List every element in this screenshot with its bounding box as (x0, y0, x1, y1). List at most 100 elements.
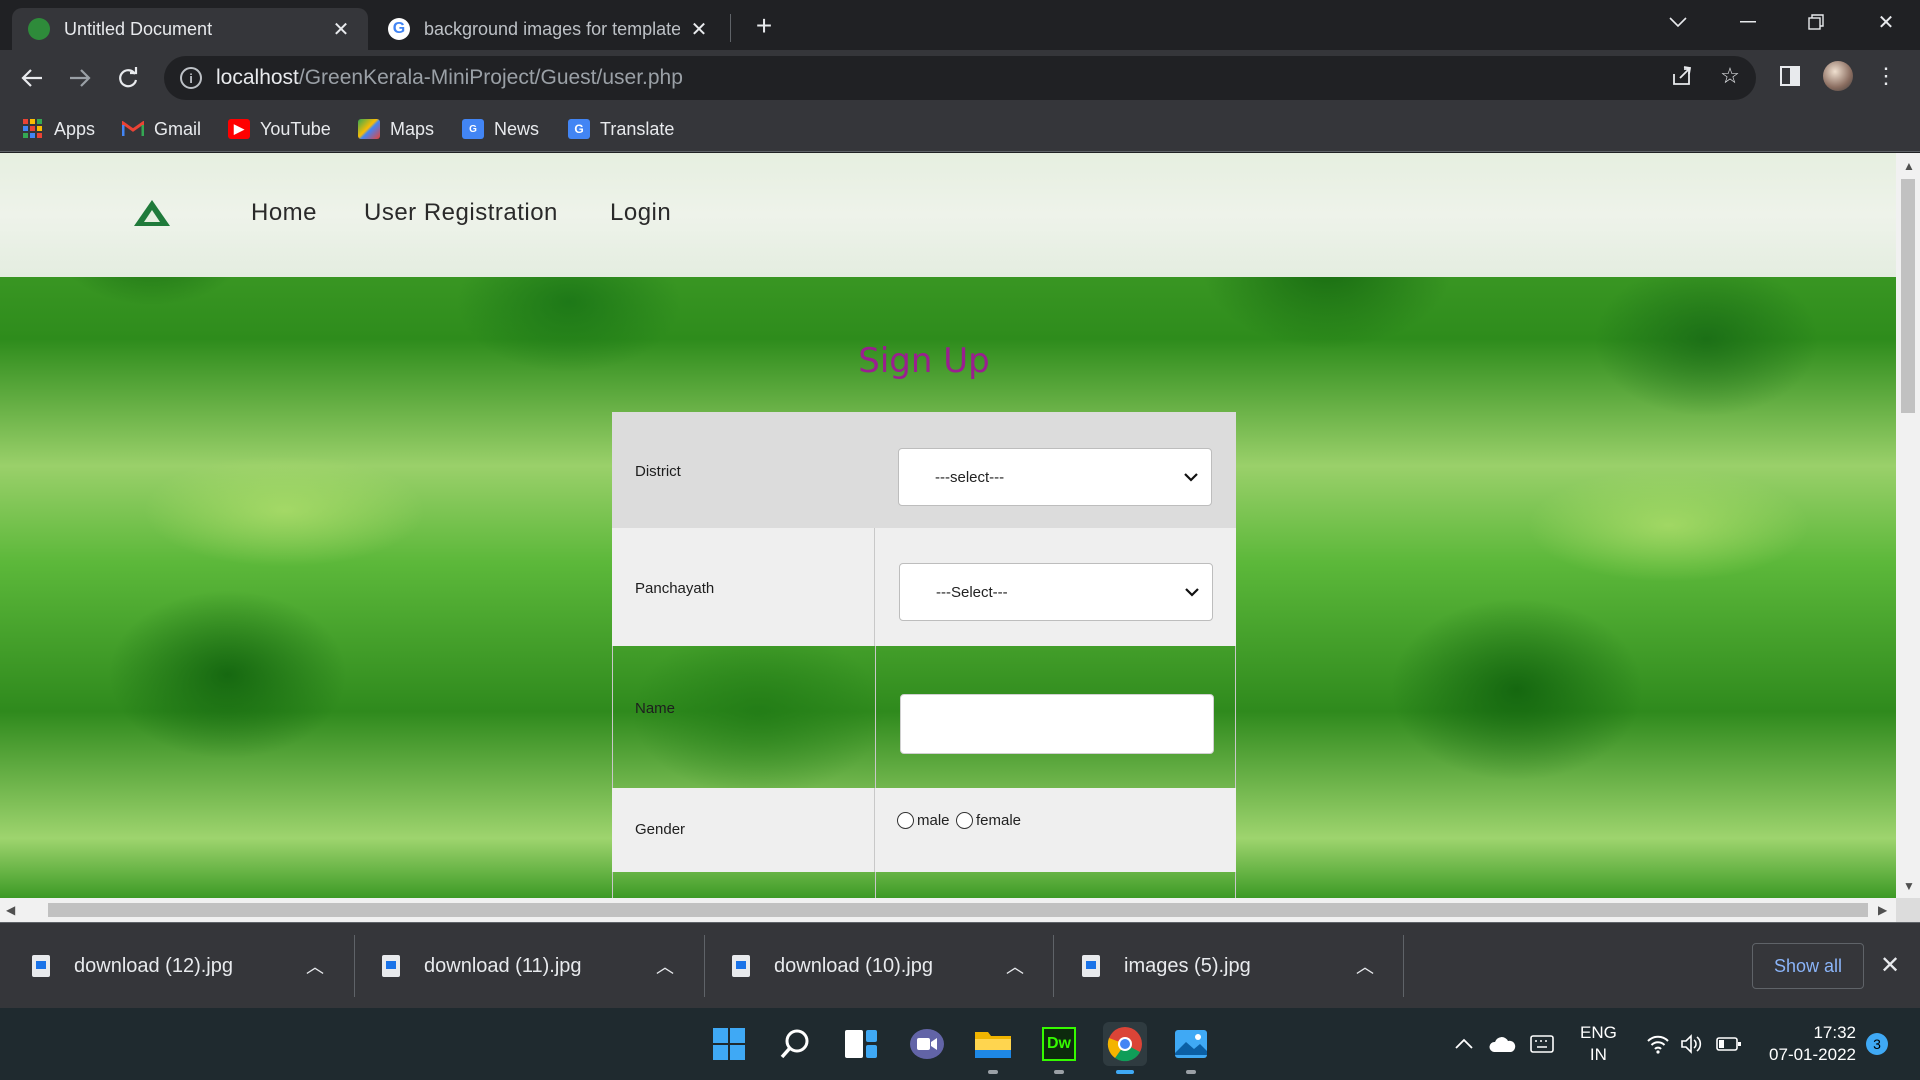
horizontal-scroll-thumb[interactable] (48, 903, 1868, 917)
nav-user-registration[interactable]: User Registration (364, 199, 558, 227)
new-tab-button[interactable]: + (748, 10, 780, 42)
address-bar[interactable]: i localhost/GreenKerala-MiniProject/Gues… (164, 56, 1756, 100)
clock[interactable]: 17:32 07-01-2022 (1764, 1008, 1856, 1080)
clock-date: 07-01-2022 (1769, 1045, 1856, 1064)
share-icon[interactable] (1666, 60, 1698, 92)
kebab-menu-icon[interactable]: ⋮ (1870, 60, 1902, 92)
keyboard-icon[interactable] (1530, 1008, 1554, 1080)
side-panel-icon[interactable] (1774, 60, 1806, 92)
bookmark-translate[interactable]: G Translate (568, 116, 674, 142)
chevron-up-icon[interactable]: ︿ (656, 953, 674, 979)
gmail-icon (122, 119, 144, 139)
battery-icon[interactable] (1716, 1008, 1742, 1080)
gender-female-radio[interactable] (955, 812, 973, 830)
image-file-icon (1082, 955, 1100, 977)
tab-strip: Untitled Document ✕ G background images … (0, 0, 1920, 50)
gender-male-radio[interactable] (897, 812, 914, 830)
chrome-icon[interactable] (1103, 1022, 1147, 1074)
download-item[interactable]: download (11).jpg ︿ (350, 923, 700, 1009)
restore-icon[interactable] (1786, 0, 1846, 44)
profile-avatar[interactable] (1822, 60, 1854, 92)
tab-untitled-document[interactable]: Untitled Document ✕ (12, 8, 368, 50)
close-window-icon[interactable]: ✕ (1856, 0, 1916, 44)
gender-label-cell: Gender (612, 788, 874, 872)
scroll-right-icon[interactable]: ▶ (1878, 903, 1887, 917)
bookmark-label: Maps (390, 118, 435, 139)
forward-arrow-icon[interactable] (62, 60, 98, 96)
panchayath-input-cell: ---Select--- (874, 528, 1236, 646)
district-select[interactable]: ---select--- (898, 448, 1212, 506)
volume-icon[interactable] (1680, 1008, 1704, 1080)
chevron-up-icon[interactable]: ︿ (1356, 953, 1374, 979)
district-label-cell: District (612, 412, 874, 528)
reload-icon[interactable] (110, 60, 146, 96)
site-info-icon[interactable]: i (180, 67, 202, 89)
close-tab-icon[interactable]: ✕ (688, 18, 710, 41)
chevron-down-icon (1185, 588, 1199, 597)
download-item[interactable]: download (10).jpg ︿ (700, 923, 1050, 1009)
close-downloads-icon[interactable]: ✕ (1880, 951, 1900, 980)
panchayath-label: Panchayath (635, 580, 715, 597)
file-explorer-icon[interactable] (971, 1022, 1015, 1074)
panchayath-row: Panchayath ---Select--- (612, 528, 1236, 646)
vertical-scroll-thumb[interactable] (1901, 179, 1915, 413)
nav-home[interactable]: Home (251, 199, 317, 227)
onedrive-cloud-icon[interactable] (1488, 1008, 1516, 1080)
scroll-left-icon[interactable]: ◀ (6, 903, 15, 917)
bookmark-label: YouTube (260, 118, 331, 139)
bookmark-youtube[interactable]: ▶ YouTube (228, 116, 331, 142)
show-hidden-icons-chevron-icon[interactable] (1455, 1008, 1473, 1080)
dreamweaver-icon[interactable]: Dw (1037, 1022, 1081, 1074)
video-chat-icon (910, 1029, 944, 1059)
tab-background-images[interactable]: G background images for template ✕ (372, 8, 726, 50)
notification-center[interactable]: 3 (1866, 1008, 1888, 1080)
chevron-up-icon[interactable]: ︿ (1006, 953, 1024, 979)
bookmark-gmail[interactable]: Gmail (122, 116, 201, 142)
news-icon: G (462, 119, 484, 139)
back-arrow-icon[interactable] (14, 60, 50, 96)
language-indicator[interactable]: ENG IN (1580, 1008, 1617, 1080)
bookmark-maps[interactable]: Maps (358, 116, 434, 142)
scroll-up-icon[interactable]: ▲ (1903, 159, 1915, 173)
taskbar: Dw ENG IN 17:32 07-01-2022 3 (0, 1008, 1920, 1080)
name-label-cell: Name (613, 646, 875, 788)
download-item[interactable]: images (5).jpg ︿ (1050, 923, 1400, 1009)
vertical-scrollbar[interactable]: ▲ ▼ (1896, 153, 1920, 898)
search-icon[interactable] (773, 1022, 817, 1066)
wifi-icon[interactable] (1646, 1008, 1670, 1080)
image-file-icon (32, 955, 50, 977)
show-all-button[interactable]: Show all (1752, 943, 1864, 989)
scroll-down-icon[interactable]: ▼ (1903, 879, 1915, 893)
chevron-down-icon (1184, 473, 1198, 482)
bookmarks-bar: Apps Gmail ▶ YouTube Maps G News G Trans… (0, 106, 1920, 152)
bookmark-apps[interactable]: Apps (22, 116, 95, 142)
horizontal-scrollbar[interactable]: ◀ ▶ (0, 898, 1896, 922)
next-input-cell (875, 872, 1237, 898)
download-item[interactable]: download (12).jpg ︿ (0, 923, 350, 1009)
chevron-up-icon[interactable]: ︿ (306, 953, 324, 979)
task-view-icon[interactable] (839, 1022, 883, 1066)
image-file-icon (732, 955, 750, 977)
running-indicator (1054, 1070, 1064, 1074)
name-input[interactable] (900, 694, 1214, 754)
minimize-icon[interactable] (1718, 0, 1778, 44)
download-filename: download (11).jpg (424, 954, 582, 977)
scrollbar-corner (1896, 898, 1920, 922)
nav-login[interactable]: Login (610, 199, 671, 227)
panchayath-label-cell: Panchayath (612, 528, 874, 646)
district-label: District (635, 463, 681, 480)
panchayath-select[interactable]: ---Select--- (899, 563, 1213, 621)
bookmark-news[interactable]: G News (462, 116, 539, 142)
gender-row: Gender male female (612, 788, 1236, 872)
screen: Untitled Document ✕ G background images … (0, 0, 1920, 1080)
gender-label: Gender (635, 821, 686, 838)
photos-icon[interactable] (1169, 1022, 1213, 1074)
gender-input-cell: male female (874, 788, 1236, 872)
windows-start-icon[interactable] (707, 1022, 751, 1066)
teams-chat-icon[interactable] (905, 1022, 949, 1066)
close-tab-icon[interactable]: ✕ (330, 18, 352, 41)
site-logo[interactable] (116, 183, 188, 243)
tab-search-chevron-icon[interactable] (1648, 0, 1708, 44)
bookmark-star-icon[interactable]: ☆ (1714, 60, 1746, 92)
tree-favicon-icon (28, 18, 50, 40)
